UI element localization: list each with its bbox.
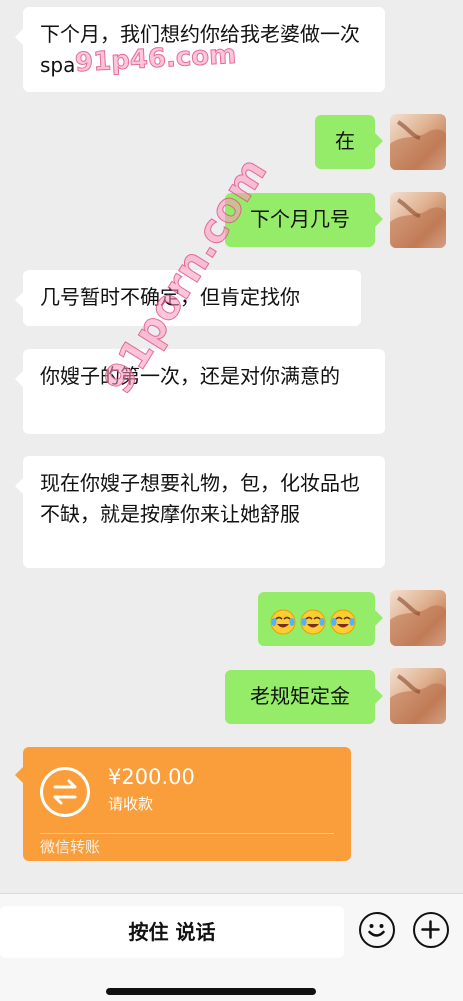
smiley-icon[interactable] — [359, 912, 395, 948]
message-bubble-sent[interactable]: 老规矩定金 — [225, 670, 383, 724]
message-text: 老规矩定金 — [250, 684, 350, 708]
message-text: 下个月几号 — [250, 207, 350, 231]
message-bubble-sent[interactable] — [258, 592, 383, 646]
avatar[interactable] — [390, 668, 446, 724]
message-text: 几号暂时不确定，但肯定找你 — [40, 285, 300, 309]
transfer-divider — [40, 833, 334, 834]
avatar[interactable] — [390, 590, 446, 646]
message-text: 现在你嫂子想要礼物，包，化妆品也不缺，就是按摩你来让她舒服 — [40, 471, 360, 526]
message-bubble-received[interactable]: 下个月，我们想约你给我老婆做一次spa — [15, 7, 385, 92]
home-indicator — [106, 988, 316, 995]
message-bubble-sent[interactable]: 下个月几号 — [225, 193, 383, 247]
message-bubble-sent[interactable]: 在 — [315, 115, 383, 169]
transfer-status: 请收款 — [108, 795, 154, 813]
message-bubble-received[interactable]: 几号暂时不确定，但肯定找你 — [15, 270, 361, 326]
message-text: 下个月，我们想约你给我老婆做一次spa — [40, 22, 360, 77]
message-bubble-received[interactable]: 你嫂子的第一次，还是对你满意的 — [15, 349, 385, 434]
laughing-crying-emoji-icon — [330, 608, 360, 634]
transfer-arrows-icon — [40, 767, 90, 817]
transfer-footer: 微信转账 — [40, 838, 101, 856]
message-text: 你嫂子的第一次，还是对你满意的 — [40, 364, 340, 388]
avatar[interactable] — [390, 114, 446, 170]
laughing-crying-emoji-icon — [270, 608, 300, 634]
avatar[interactable] — [390, 192, 446, 248]
wechat-transfer-card[interactable]: ¥200.00 请收款 微信转账 — [15, 747, 351, 861]
plus-icon[interactable] — [413, 912, 449, 948]
message-text: 在 — [335, 129, 355, 153]
transfer-amount: ¥200.00 — [108, 765, 195, 789]
message-bubble-received[interactable]: 现在你嫂子想要礼物，包，化妆品也不缺，就是按摩你来让她舒服 — [15, 456, 385, 568]
hold-to-talk-button[interactable]: 按住 说话 — [0, 906, 344, 958]
laughing-crying-emoji-icon — [300, 608, 330, 634]
input-toolbar: 按住 说话 — [0, 893, 463, 1001]
